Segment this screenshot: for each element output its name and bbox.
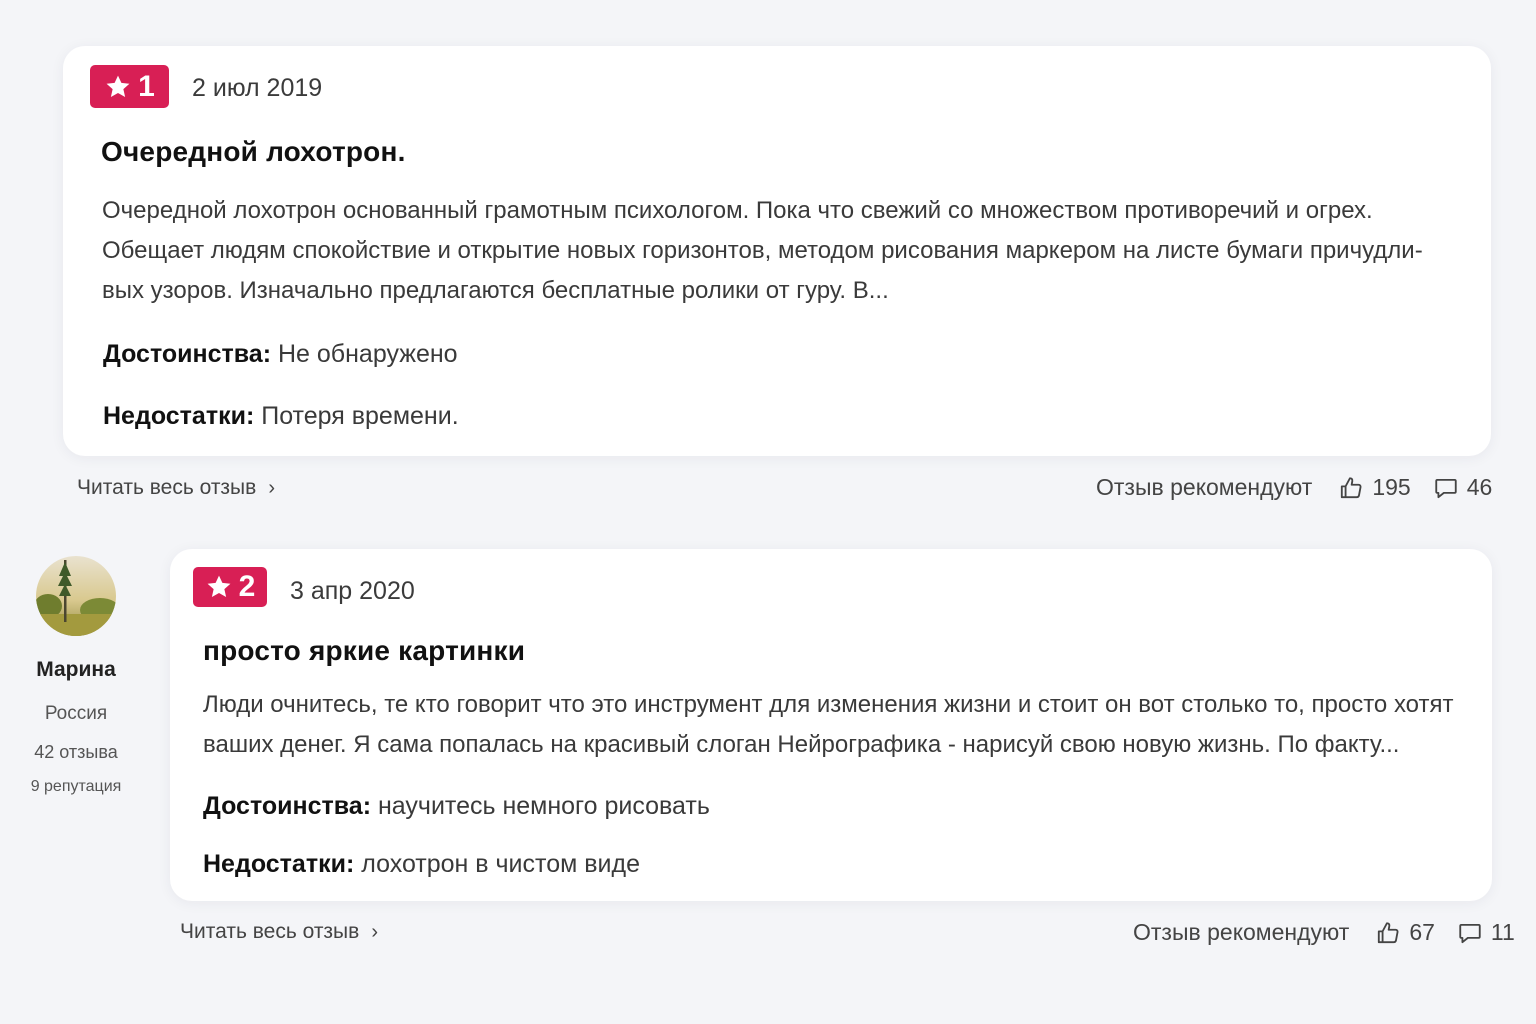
cons-label: Недостатки: [103,402,255,430]
rating-badge: 1 [90,65,169,108]
pros-value: научитесь немного рисовать [377,792,710,820]
rating-value: 2 [238,570,256,603]
review-text-line: Обещает людям спокойствие и открытие нов… [102,237,1423,264]
review-text: Очередной лохотрон основанный грамотным … [102,191,1423,311]
pros-value: Не обнаружено [277,340,458,368]
recommend-label: Отзыв рекомендуют [1096,474,1313,500]
chevron-right-icon: › [371,920,378,943]
chevron-right-icon: › [268,476,275,499]
review-card: 1 2 июл 2019 Очередной лохотрон. Очередн… [63,46,1491,456]
comment-icon[interactable] [1457,920,1483,946]
review-text-line: Очередной лохотрон основанный грамотным … [102,197,1373,224]
author-reviews-count[interactable]: 42 отзыва [20,742,132,763]
comment-icon[interactable] [1433,475,1459,501]
read-full-review-label: Читать весь отзыв [180,920,360,943]
review-pros: Достоинства: Не обнаружено [103,340,458,369]
pros-label: Достоинства: [203,792,372,820]
author-name[interactable]: Марина [20,658,132,682]
review-text: Люди очнитесь, те кто говорит что это ин… [203,685,1453,765]
avatar-image [36,556,116,636]
cons-label: Недостатки: [203,850,355,878]
cons-value: Потеря времени. [261,402,459,430]
rating-badge: 2 [193,567,267,607]
review-text-line: Люди очнитесь, те кто говорит что это ин… [203,691,1454,718]
review-date: 2 июл 2019 [192,74,323,102]
rating-value: 1 [138,69,155,103]
review-text-line: ваших денег. Я сама попалась на красивый… [203,731,1400,758]
review-card: 2 3 апр 2020 просто яркие картинки Люди … [170,549,1492,901]
like-count: 195 [1372,474,1411,500]
pros-label: Достоинства: [103,340,272,368]
thumbs-up-icon[interactable] [1338,475,1364,501]
comment-count: 11 [1490,919,1515,945]
star-icon [106,75,130,97]
author-block: Марина Россия 42 отзыва 9 репутация [20,556,132,796]
thumbs-up-icon[interactable] [1375,920,1401,946]
review-text-line: вых узоров. Изначально предлагаются бесп… [102,277,889,304]
avatar[interactable] [36,556,116,636]
review-meta: Отзыв рекомендуют 195 46 [1096,474,1492,501]
read-full-review-label: Читать весь отзыв [77,476,257,499]
review-cons: Недостатки: Потеря времени. [103,402,459,431]
review-meta: Отзыв рекомендуют 67 11 [1133,919,1515,946]
cons-value: лохотрон в чистом виде [361,850,640,878]
read-full-review-link[interactable]: Читать весь отзыв › [180,920,378,944]
author-country: Россия [44,703,108,724]
like-count: 67 [1409,919,1435,945]
review-pros: Достоинства: научитесь немного рисовать [203,792,710,821]
recommend-label: Отзыв рекомендуют [1133,919,1350,945]
review-date: 3 апр 2020 [290,577,415,605]
comment-count: 46 [1466,474,1493,500]
review-title[interactable]: просто яркие картинки [203,635,525,667]
review-cons: Недостатки: лохотрон в чистом виде [203,850,640,879]
star-icon [207,575,231,598]
read-full-review-link[interactable]: Читать весь отзыв › [77,476,275,500]
author-reputation: 9 репутация [30,778,122,795]
review-title[interactable]: Очередной лохотрон. [101,136,406,168]
